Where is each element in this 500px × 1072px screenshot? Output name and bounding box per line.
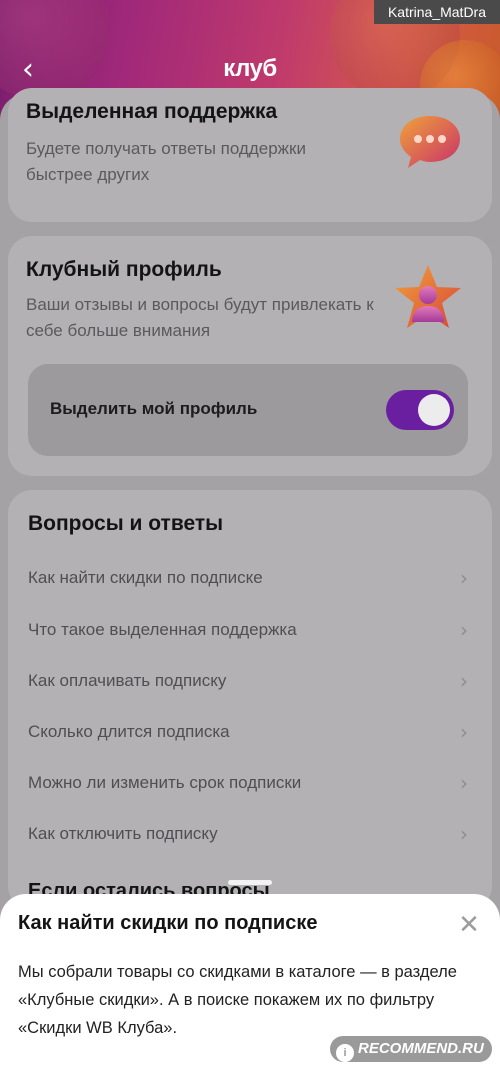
chevron-right-icon: › [460, 822, 468, 846]
watermark-recommend: i RECOMMEND.RU [330, 1036, 492, 1062]
watermark-author: Katrina_MatDra [374, 0, 500, 24]
faq-item[interactable]: Что такое выделенная поддержка › [28, 610, 468, 650]
faq-item[interactable]: Как найти скидки по подписке › [28, 558, 468, 598]
chat-bubble-icon [398, 112, 462, 172]
faq-item[interactable]: Сколько длится подписка › [28, 712, 468, 752]
highlight-profile-toggle[interactable] [386, 390, 454, 430]
decorative-ball [0, 0, 110, 100]
club-profile-title: Клубный профиль [26, 258, 222, 281]
faq-item-label: Как оплачивать подписку [28, 671, 227, 690]
highlight-profile-row: Выделить мой профиль [28, 364, 468, 456]
sheet-grabber[interactable] [228, 880, 272, 885]
watermark-logo-icon: i [336, 1044, 354, 1062]
toggle-knob [418, 394, 450, 426]
support-card-subtitle: Будете получать ответы поддержки быстрее… [26, 139, 306, 184]
back-button[interactable]: ‹ [22, 55, 46, 86]
bottom-sheet-title: Как найти скидки по подписке [18, 912, 318, 934]
watermark-text: RECOMMEND.RU [358, 1040, 484, 1057]
club-logo: клуб [223, 55, 277, 82]
faq-item[interactable]: Как отключить подписку › [28, 814, 468, 854]
chevron-right-icon: › [460, 566, 468, 590]
faq-item-label: Можно ли изменить срок подписки [28, 773, 302, 792]
star-person-icon [392, 262, 464, 334]
faq-item-label: Что такое выделенная поддержка [28, 620, 297, 639]
faq-item-label: Как найти скидки по подписке [28, 568, 263, 587]
faq-title: Вопросы и ответы [28, 512, 224, 535]
faq-item[interactable]: Как оплачивать подписку › [28, 661, 468, 701]
support-card-title: Выделенная поддержка [26, 100, 278, 123]
faq-item[interactable]: Можно ли изменить срок подписки › [28, 763, 468, 803]
bottom-sheet-body: Мы собрали товары со скидками в каталоге… [18, 963, 457, 1037]
chevron-right-icon: › [460, 618, 468, 642]
chevron-right-icon: › [460, 720, 468, 744]
faq-item-label: Сколько длится подписка [28, 722, 230, 741]
close-icon[interactable]: ✕ [456, 912, 482, 938]
chevron-right-icon: › [460, 771, 468, 795]
club-profile-subtitle: Ваши отзывы и вопросы будут привлекать к… [26, 295, 374, 340]
highlight-profile-label: Выделить мой профиль [50, 399, 258, 418]
faq-item-label: Как отключить подписку [28, 824, 218, 843]
chevron-right-icon: › [460, 669, 468, 693]
